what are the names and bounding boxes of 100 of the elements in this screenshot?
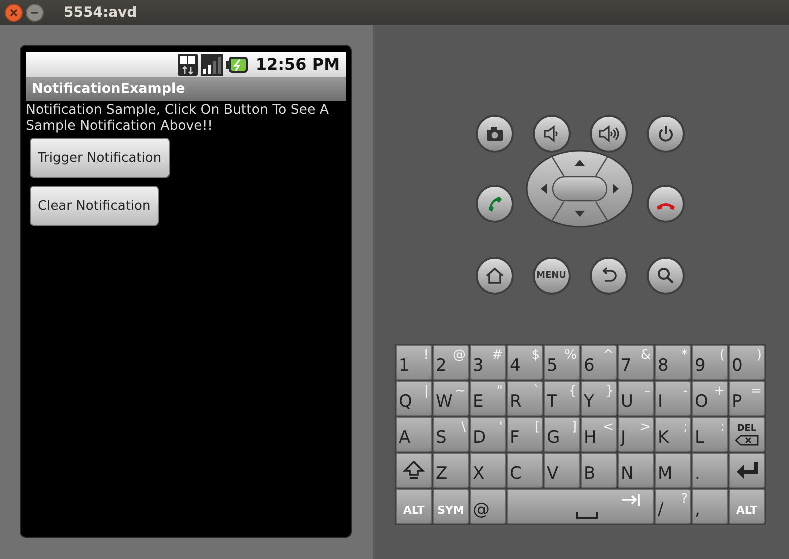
hardware-button[interactable]: MENU <box>532 257 570 295</box>
keyboard-key[interactable]: 3 # <box>470 345 506 380</box>
keyboard-key[interactable]: 2 @ <box>433 345 469 380</box>
keyboard-key[interactable]: X <box>470 453 506 488</box>
keyboard-key[interactable]: R ` <box>507 381 543 416</box>
close-icon[interactable] <box>5 4 23 22</box>
hardware-button[interactable] <box>476 185 514 223</box>
keyboard-key[interactable]: 4 $ <box>507 345 543 380</box>
keyboard-key[interactable]: E " <box>470 381 506 416</box>
keyboard-key[interactable]: Z <box>433 453 469 488</box>
secondary-symbol: " <box>497 384 503 399</box>
hardware-button[interactable] <box>476 115 514 153</box>
keyboard-key[interactable]: 9 ( <box>692 345 728 380</box>
keyboard-key[interactable]: , <box>692 489 728 524</box>
secondary-symbol: ! <box>424 348 429 363</box>
hardware-button[interactable] <box>646 257 684 295</box>
keyboard-key[interactable] <box>396 453 432 488</box>
secondary-symbol: @ <box>453 348 466 363</box>
secondary-symbol: | <box>424 384 429 399</box>
secondary-symbol: > <box>640 420 651 435</box>
d-pad[interactable] <box>526 150 634 228</box>
hardware-button[interactable] <box>646 185 684 223</box>
keyboard-key[interactable]: G ] <box>544 417 580 452</box>
window-title: 5554:avd <box>64 4 138 20</box>
hardware-button[interactable] <box>646 115 684 153</box>
keyboard-key[interactable]: S \ <box>433 417 469 452</box>
keyboard-key[interactable]: P = <box>729 381 765 416</box>
secondary-symbol: < <box>603 420 614 435</box>
secondary-symbol: ` <box>534 384 540 399</box>
home-icon <box>484 266 504 286</box>
keyboard-key[interactable]: B <box>581 453 617 488</box>
search-icon <box>656 266 676 286</box>
keyboard-key[interactable]: 7 & <box>618 345 654 380</box>
keyboard-key[interactable]: A <box>396 417 432 452</box>
secondary-symbol: – <box>644 384 651 399</box>
secondary-symbol: : <box>720 420 725 435</box>
secondary-symbol: ' <box>499 420 503 435</box>
hardware-button[interactable] <box>476 257 514 295</box>
keyboard-key[interactable]: U – <box>618 381 654 416</box>
keyboard-key[interactable]: Q | <box>396 381 432 416</box>
space-bar-icon <box>576 512 598 519</box>
keyboard-key[interactable]: D ' <box>470 417 506 452</box>
keyboard-key[interactable]: V <box>544 453 580 488</box>
keyboard-key[interactable]: H < <box>581 417 617 452</box>
keyboard-key[interactable]: K ; <box>655 417 691 452</box>
tab-arrow-icon <box>621 494 641 506</box>
signal-icon <box>200 54 223 76</box>
keyboard-key[interactable]: C <box>507 453 543 488</box>
keyboard-key[interactable]: J > <box>618 417 654 452</box>
keyboard-key[interactable]: 8 * <box>655 345 691 380</box>
keyboard-key[interactable]: @ <box>470 489 506 524</box>
keyboard-key[interactable]: F [ <box>507 417 543 452</box>
app-button[interactable]: Trigger Notification <box>30 138 170 178</box>
secondary-symbol: $ <box>532 348 540 363</box>
minimize-icon[interactable] <box>26 4 44 22</box>
secondary-symbol: ( <box>720 348 725 363</box>
keyboard-key[interactable] <box>729 453 765 488</box>
secondary-symbol: { <box>568 384 577 399</box>
secondary-symbol: ] <box>572 420 577 435</box>
secondary-symbol: ) <box>756 348 762 363</box>
keyboard-key[interactable]: L : <box>692 417 728 452</box>
keyboard-key[interactable]: N <box>618 453 654 488</box>
keyboard-key[interactable]: 0 ) <box>729 345 765 380</box>
secondary-symbol: - <box>683 384 688 399</box>
app-button[interactable]: Clear Notification <box>30 186 159 226</box>
secondary-symbol: } <box>606 384 614 399</box>
keyboard-key[interactable]: DEL <box>729 417 765 452</box>
keyboard-key[interactable]: I - <box>655 381 691 416</box>
keyboard-key[interactable]: T { <box>544 381 580 416</box>
keyboard-key[interactable]: Y } <box>581 381 617 416</box>
hardware-button[interactable] <box>590 257 628 295</box>
app-title: NotificationExample <box>26 77 346 101</box>
battery-charging-icon <box>226 56 248 72</box>
hardware-button[interactable] <box>590 115 628 153</box>
backspace-icon <box>735 434 759 446</box>
secondary-symbol: * <box>682 348 688 363</box>
volume-up-icon <box>598 124 618 144</box>
secondary-symbol: \ <box>462 420 466 435</box>
hardware-button[interactable] <box>532 115 570 153</box>
secondary-symbol: ? <box>681 492 688 507</box>
keyboard-key[interactable]: / ? <box>655 489 691 524</box>
secondary-symbol: ~ <box>455 384 466 399</box>
secondary-symbol: ^ <box>603 348 614 363</box>
keyboard-key[interactable]: M <box>655 453 691 488</box>
secondary-symbol: ; <box>684 420 688 435</box>
secondary-symbol: & <box>640 348 651 363</box>
clock-time: 12:56 PM <box>256 55 340 74</box>
keyboard-key[interactable]: 5 % <box>544 345 580 380</box>
keyboard-key[interactable]: W~ <box>433 381 469 416</box>
keyboard-key[interactable]: 1 ! <box>396 345 432 380</box>
shift-arrow-icon <box>403 460 425 482</box>
keyboard-key[interactable]: . <box>692 453 728 488</box>
secondary-symbol: [ <box>534 420 540 435</box>
secondary-symbol: + <box>714 384 725 399</box>
secondary-symbol: % <box>564 348 577 363</box>
message-text: Notification Sample, Click On Button To See A Sample Notification Above!! <box>26 103 330 135</box>
keyboard-key[interactable]: 6 ^ <box>581 345 617 380</box>
network-3g-icon <box>178 54 198 76</box>
keyboard-key[interactable]: O + <box>692 381 728 416</box>
secondary-symbol: # <box>492 348 503 363</box>
